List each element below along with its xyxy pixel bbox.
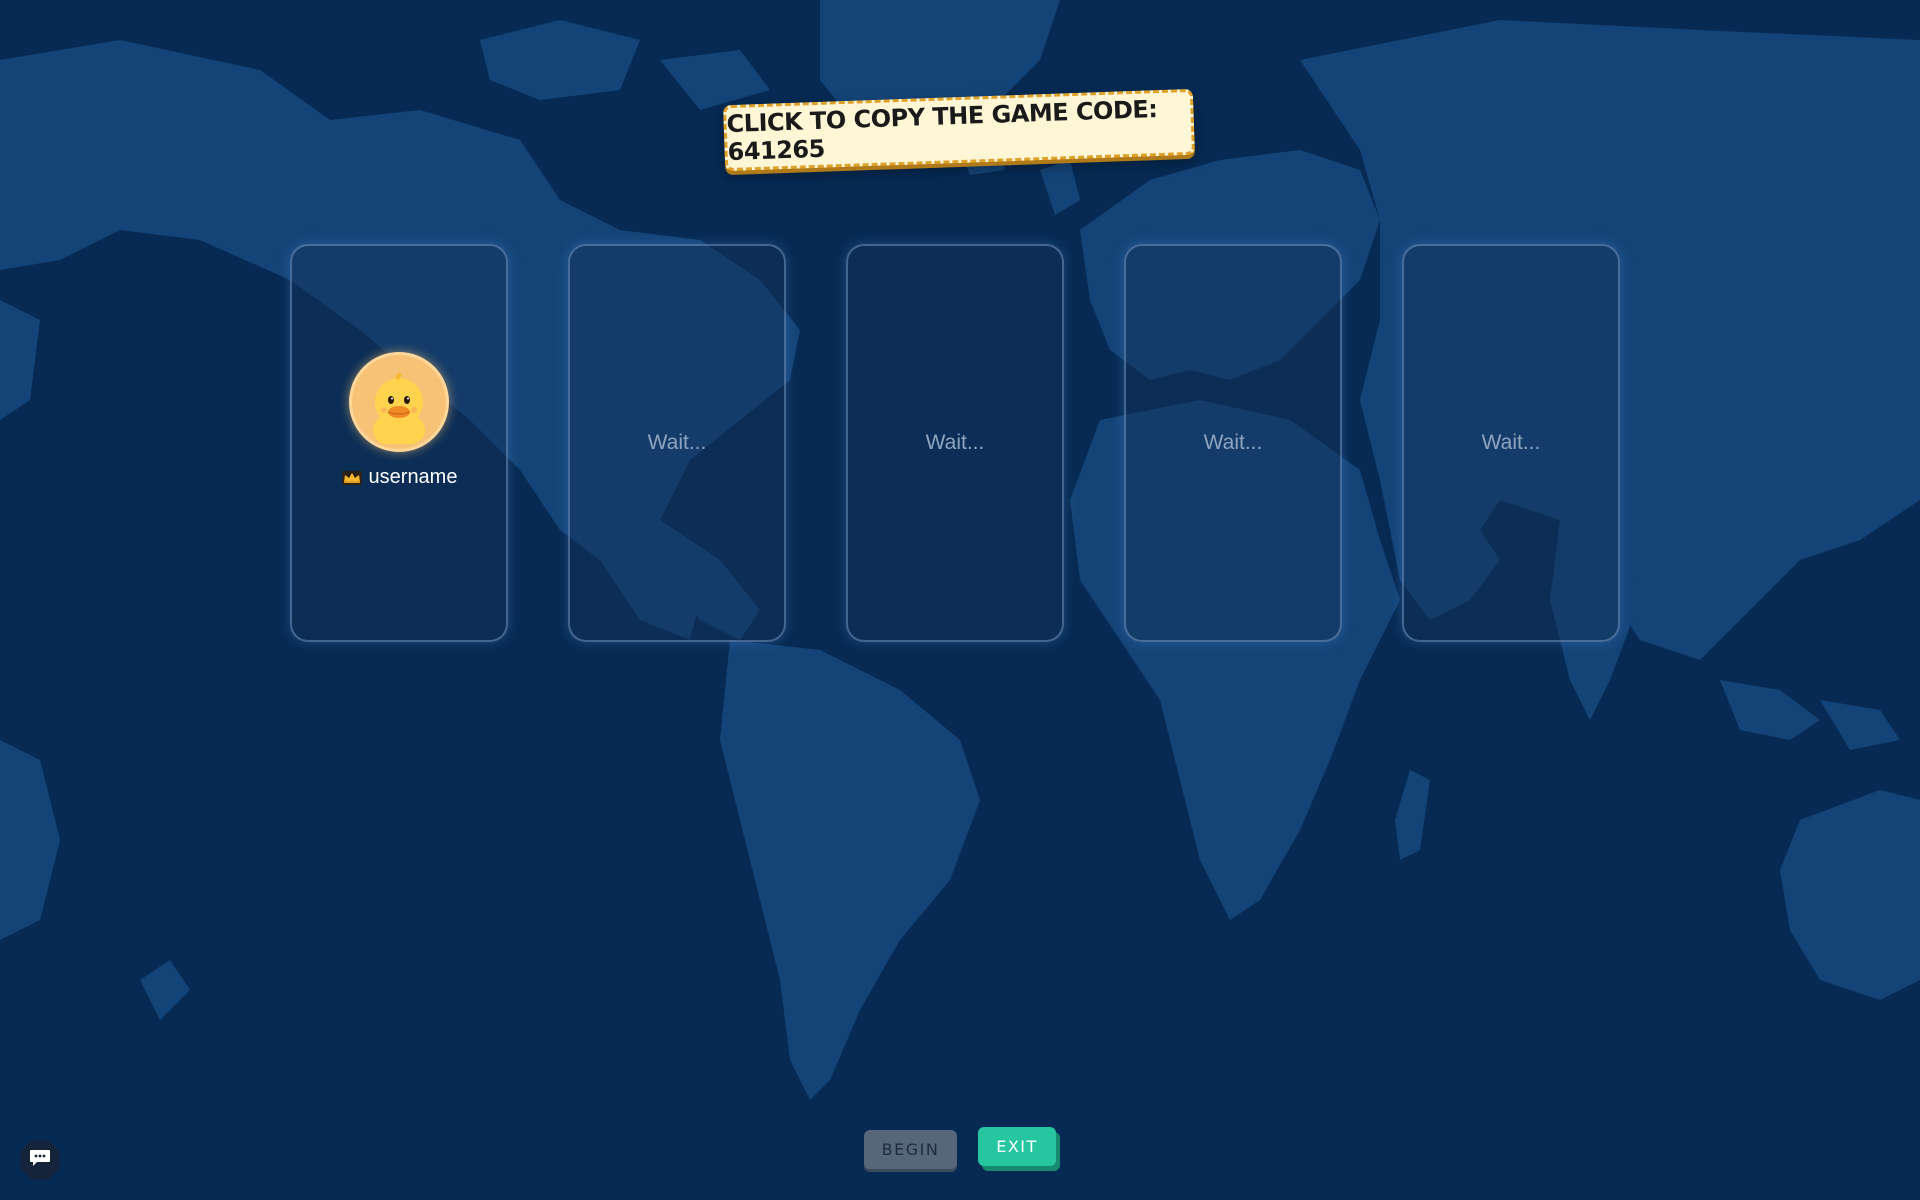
player-slots: username Wait... Wait... Wait... Wait... [290,244,1620,642]
player-username: username [368,465,458,488]
chat-bubble-icon [29,1148,51,1173]
player-slot-waiting: Wait... [846,244,1064,642]
waiting-label: Wait... [647,431,707,454]
waiting-label: Wait... [1481,431,1541,454]
waiting-label: Wait... [925,431,985,454]
begin-button[interactable]: BEGIN [864,1130,957,1169]
player-slot-host: username [290,244,508,642]
chat-button[interactable] [20,1140,60,1180]
duck-avatar [349,351,449,452]
player-slot-waiting: Wait... [568,244,786,642]
host-player-name: username [341,465,458,489]
exit-button[interactable]: EXIT [978,1127,1056,1166]
game-code-label: CLICK TO COPY THE GAME CODE: 641265 [726,95,1158,167]
player-slot-waiting: Wait... [1124,244,1342,642]
player-slot-waiting: Wait... [1402,244,1620,642]
crown-icon [341,469,363,485]
waiting-label: Wait... [1203,431,1263,454]
